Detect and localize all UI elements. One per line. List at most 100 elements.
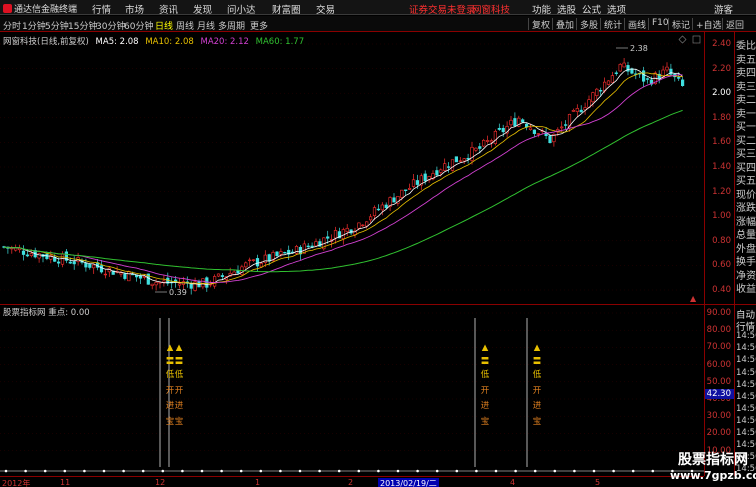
- candle-body: [521, 119, 525, 123]
- time-label: 5: [595, 478, 601, 487]
- period-toolbar: 分时 1分钟 5分钟 15分钟 30分钟 60分钟 日线 周线 月线 多周期 更…: [0, 16, 756, 32]
- candle-body: [314, 241, 318, 247]
- menu-discover[interactable]: 发现: [193, 2, 212, 16]
- indicator-dot: [533, 469, 537, 473]
- candle-body: [591, 92, 595, 103]
- period-1min[interactable]: 1分钟: [22, 19, 46, 32]
- candle-body: [267, 254, 271, 262]
- candle-body: [162, 280, 166, 283]
- candle-body: [489, 140, 494, 143]
- indicator-chart[interactable]: [0, 305, 704, 476]
- candle-body: [563, 124, 568, 126]
- trade-time: 14:56: [736, 343, 756, 354]
- signal-char: 〓: [532, 356, 542, 367]
- indicator-tick: 50.00: [706, 376, 731, 387]
- candle-body: [680, 79, 685, 86]
- signal-char: 低: [174, 370, 184, 380]
- menu-formula[interactable]: 公式: [582, 2, 601, 16]
- candle-body: [380, 204, 384, 211]
- candle-body: [599, 90, 603, 92]
- price-tick: 1.00: [712, 211, 731, 222]
- menu-quote[interactable]: 行情: [92, 2, 111, 16]
- candle-body: [252, 259, 256, 261]
- price-axis: 2.40 2.20 2.00 1.80 1.60 1.40 1.20 1.00 0.80 0.60…: [704, 32, 734, 304]
- time-label: 12: [155, 478, 166, 487]
- trade-time: 14:56: [736, 379, 756, 390]
- btn-overlay[interactable]: 叠加: [552, 18, 574, 31]
- period-5min[interactable]: 5分钟: [45, 19, 69, 32]
- candle-body: [645, 78, 650, 80]
- btn-mark[interactable]: 标记: [668, 18, 690, 31]
- signal-char: 进: [532, 401, 542, 411]
- btn-add-favorite[interactable]: +自选: [692, 18, 722, 31]
- btn-back[interactable]: 返回: [722, 18, 744, 31]
- period-15min[interactable]: 15分钟: [68, 19, 97, 32]
- period-monthly[interactable]: 月线: [197, 19, 215, 32]
- menu-trade[interactable]: 交易: [316, 2, 335, 16]
- indicator-dot: [161, 469, 165, 473]
- candle-body: [458, 160, 462, 162]
- indicator-dot: [631, 469, 635, 473]
- period-weekly[interactable]: 周线: [176, 19, 194, 32]
- indicator-dot: [141, 469, 145, 473]
- watermark-url: www.7gpzb.com: [670, 469, 756, 482]
- price-tick: 2.00: [712, 88, 731, 99]
- quote-field: 收益: [736, 284, 756, 295]
- ma60-line: [3, 109, 683, 273]
- btn-draw[interactable]: 画线: [624, 18, 646, 31]
- signal-char: ▲: [481, 343, 489, 353]
- candle-body: [119, 272, 123, 275]
- menu-options[interactable]: 选项: [607, 2, 626, 16]
- indicator-dot: [181, 469, 184, 473]
- candle-body: [513, 118, 517, 127]
- brand-name: 网窗科技: [472, 5, 511, 16]
- period-multi[interactable]: 多周期: [218, 19, 245, 32]
- chart-title: 网窗科技(日线,前复权) MA5: 2.08 MA10: 2.08 MA20: …: [3, 35, 308, 47]
- guest-user[interactable]: 游客: [714, 2, 733, 16]
- indicator-dot: [651, 469, 655, 473]
- candle-body: [310, 245, 314, 248]
- candle-body: [618, 64, 622, 72]
- buy-signal: ▲ 〓低开进宝: [172, 343, 186, 432]
- menu-news[interactable]: 资讯: [159, 2, 178, 16]
- menu-caifuquan[interactable]: 财富圈: [272, 2, 301, 16]
- signal-char: 〓: [480, 356, 490, 367]
- btn-stats[interactable]: 统计: [600, 18, 622, 31]
- menu-wenxiaoda[interactable]: 问小达: [227, 2, 256, 16]
- price-tick: 1.40: [712, 162, 731, 172]
- btn-f10[interactable]: F10: [648, 18, 669, 30]
- signal-char: 宝: [174, 416, 184, 427]
- candle-body: [482, 139, 486, 147]
- candle-body: [248, 259, 252, 262]
- menu-function[interactable]: 功能: [532, 2, 551, 16]
- candle-body: [532, 129, 536, 134]
- menu-market[interactable]: 市场: [125, 2, 144, 16]
- candle-body: [400, 189, 404, 198]
- price-tick: 0.40: [712, 285, 731, 295]
- candle-body: [665, 66, 669, 71]
- quote-panel: 委比 卖五 卖四 卖三 卖二 卖一 买一 买二 买三 买四 买五 现价 涨跌 涨幅 总量 外盘 换手 净资 收益: [734, 32, 756, 304]
- period-more[interactable]: 更多: [250, 19, 268, 32]
- candle-body: [622, 62, 626, 68]
- candle-body: [528, 127, 533, 130]
- candle-body: [68, 261, 72, 264]
- indicator-side-panel: 自动行情14:5614:5614:5614:5614:5614:5614:561…: [734, 305, 756, 476]
- candle-body: [25, 254, 30, 257]
- period-30min[interactable]: 30分钟: [96, 19, 125, 32]
- candle-body: [614, 72, 618, 74]
- time-label: 1: [255, 478, 261, 487]
- period-daily[interactable]: 日线: [155, 19, 173, 32]
- candle-body: [493, 130, 498, 144]
- btn-fuquan[interactable]: 复权: [528, 18, 550, 31]
- restore-icon[interactable]: [692, 35, 701, 44]
- candlestick-chart[interactable]: 2.38 0.39 ▲: [0, 32, 704, 304]
- trade-login-notice[interactable]: 证券交易未登录: [409, 2, 476, 16]
- btn-multistock[interactable]: 多股: [576, 18, 598, 31]
- menu-stockpick[interactable]: 选股: [557, 2, 576, 16]
- candle-body: [72, 261, 76, 265]
- diamond-icon[interactable]: [678, 35, 687, 44]
- period-fenshi[interactable]: 分时: [3, 19, 21, 32]
- period-60min[interactable]: 60分钟: [124, 19, 153, 32]
- price-tick: 1.20: [712, 186, 731, 197]
- time-label: 4: [510, 478, 516, 487]
